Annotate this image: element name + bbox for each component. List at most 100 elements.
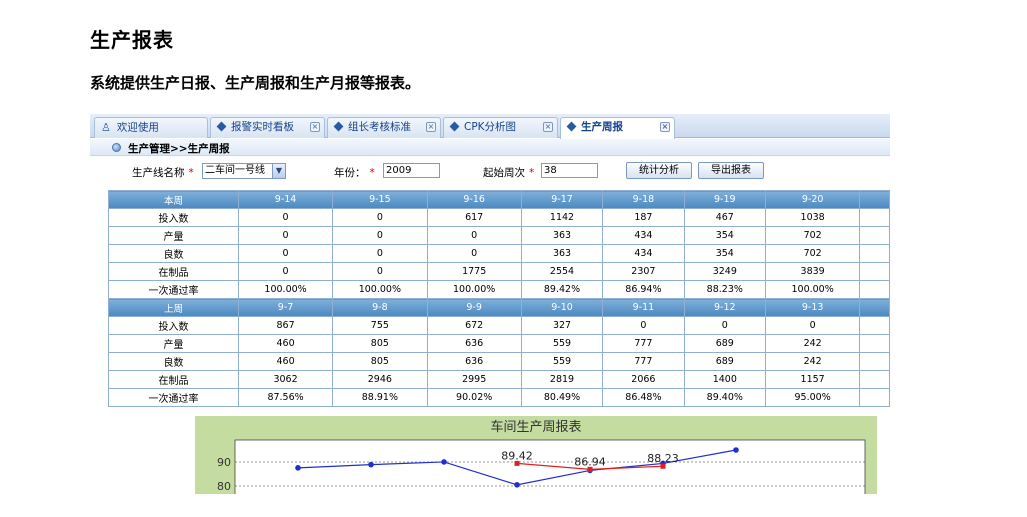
metric-label: 投入数 (108, 208, 239, 227)
bullet-icon (112, 143, 121, 152)
export-button[interactable]: 导出报表 (698, 162, 764, 179)
document-title: 生产报表 (90, 28, 174, 52)
diamond-icon (449, 121, 460, 131)
table-cell: 1142 (520, 208, 604, 227)
tab-label: 报警实时看板 (231, 121, 294, 133)
table-cell: 636 (426, 334, 522, 353)
table-cell: 88.23% (683, 280, 766, 299)
tab-alarm-board[interactable]: 报警实时看板 × (210, 117, 325, 138)
overflow-cell (859, 334, 890, 353)
table-cell: 89.40% (683, 388, 766, 407)
overflow-cell (859, 226, 890, 245)
metric-label: 产量 (108, 226, 239, 245)
table-cell: 0 (237, 208, 334, 227)
table-cell: 3062 (237, 370, 334, 389)
start-week-label: 起始周次 * (483, 167, 535, 179)
person-icon: ♙ (101, 121, 111, 134)
table-cell: 354 (683, 226, 766, 245)
period-label: 上周 (108, 298, 239, 317)
required-mark: * (188, 167, 194, 179)
overflow-cell (859, 352, 890, 371)
week-header-cell: 9-10 (520, 298, 604, 317)
table-cell: 755 (332, 316, 428, 335)
overflow-cell (859, 208, 890, 227)
line-select[interactable]: 二车间一号线 ▼ (202, 163, 286, 179)
table-cell: 187 (602, 208, 685, 227)
table-row: 一次通过率 100.00% 100.00% 100.00% 89.42% 86.94% 88… (108, 280, 890, 299)
table-cell: 3839 (764, 262, 861, 281)
tab-welcome[interactable]: ♙ 欢迎使用 (94, 117, 208, 138)
table-cell: 617 (426, 208, 522, 227)
table-cell: 702 (764, 244, 861, 263)
weekly-report-table: 本周 9-14 9-15 9-16 9-17 9-18 9-19 9-20 投入数 0 0 617 11… (108, 190, 890, 407)
table-cell: 434 (602, 244, 685, 263)
chart-title: 车间生产周报表 (490, 419, 581, 435)
chevron-down-icon[interactable]: ▼ (272, 164, 285, 178)
close-icon[interactable]: × (426, 122, 436, 132)
table-cell: 0 (237, 244, 334, 263)
table-cell: 460 (237, 352, 334, 371)
table-cell: 0 (602, 316, 685, 335)
week-header-cell: 9-14 (237, 190, 334, 209)
week-header-cell: 9-19 (683, 190, 766, 209)
table-cell: 1400 (683, 370, 766, 389)
breadcrumb-text: 生产管理>>生产周报 (128, 143, 230, 155)
week-header-row: 本周 9-14 9-15 9-16 9-17 9-18 9-19 9-20 (108, 190, 890, 209)
close-icon[interactable]: × (543, 122, 553, 132)
breadcrumb: 生产管理>>生产周报 (90, 139, 890, 156)
table-cell: 242 (764, 334, 861, 353)
week-header-cell: 9-8 (332, 298, 428, 317)
data-point (733, 447, 739, 453)
table-cell: 805 (332, 352, 428, 371)
table-cell: 702 (764, 226, 861, 245)
week-header-cell: 9-20 (764, 190, 861, 209)
tab-label: 组长考核标准 (348, 121, 411, 133)
tab-leader-assessment[interactable]: 组长考核标准 × (327, 117, 441, 138)
table-cell: 242 (764, 352, 861, 371)
metric-label: 在制品 (108, 262, 239, 281)
data-label: 88.23 (647, 452, 679, 465)
required-mark: * (369, 167, 375, 179)
close-icon[interactable]: × (310, 122, 320, 132)
table-cell: 363 (520, 226, 604, 245)
table-cell: 460 (237, 334, 334, 353)
table-cell: 100.00% (764, 280, 861, 299)
table-cell: 867 (237, 316, 334, 335)
document-description: 系统提供生产日报、生产周报和生产月报等报表。 (90, 74, 421, 92)
table-cell: 2554 (520, 262, 604, 281)
table-cell: 100.00% (426, 280, 522, 299)
table-cell: 1038 (764, 208, 861, 227)
table-cell: 689 (683, 352, 766, 371)
metric-label: 产量 (108, 334, 239, 353)
table-cell: 2995 (426, 370, 522, 389)
metric-label: 良数 (108, 244, 239, 263)
table-cell: 0 (237, 262, 334, 281)
close-icon[interactable]: × (660, 122, 670, 132)
tab-label: 生产周报 (581, 121, 623, 133)
table-row: 投入数 0 0 617 1142 187 467 1038 (108, 208, 890, 227)
analyze-button[interactable]: 统计分析 (626, 162, 692, 179)
table-cell: 0 (237, 226, 334, 245)
tab-bar: ♙ 欢迎使用 报警实时看板 × 组长考核标准 × CPK分析图 × 生产周报 × (90, 114, 890, 139)
tab-cpk-analysis[interactable]: CPK分析图 × (443, 117, 558, 138)
year-input[interactable]: 2009 (383, 163, 440, 178)
table-cell: 559 (520, 334, 604, 353)
start-week-input[interactable]: 38 (541, 163, 598, 178)
overflow-cell (859, 298, 890, 317)
table-cell: 1775 (426, 262, 522, 281)
table-row: 产量 460 805 636 559 777 689 242 (108, 334, 890, 353)
week-header-cell: 9-11 (602, 298, 685, 317)
table-cell: 0 (332, 208, 428, 227)
table-row: 在制品 3062 2946 2995 2819 2066 1400 1157 (108, 370, 890, 389)
tab-label: CPK分析图 (464, 121, 517, 133)
table-row: 一次通过率 87.56% 88.91% 90.02% 80.49% 86.48% 89.40… (108, 388, 890, 407)
table-cell: 0 (683, 316, 766, 335)
period-label: 本周 (108, 190, 239, 209)
table-cell: 636 (426, 352, 522, 371)
table-row: 产量 0 0 0 363 434 354 702 (108, 226, 890, 245)
table-cell: 86.94% (602, 280, 685, 299)
table-cell: 2946 (332, 370, 428, 389)
table-cell: 805 (332, 334, 428, 353)
overflow-cell (859, 244, 890, 263)
tab-weekly-report[interactable]: 生产周报 × (560, 117, 675, 139)
